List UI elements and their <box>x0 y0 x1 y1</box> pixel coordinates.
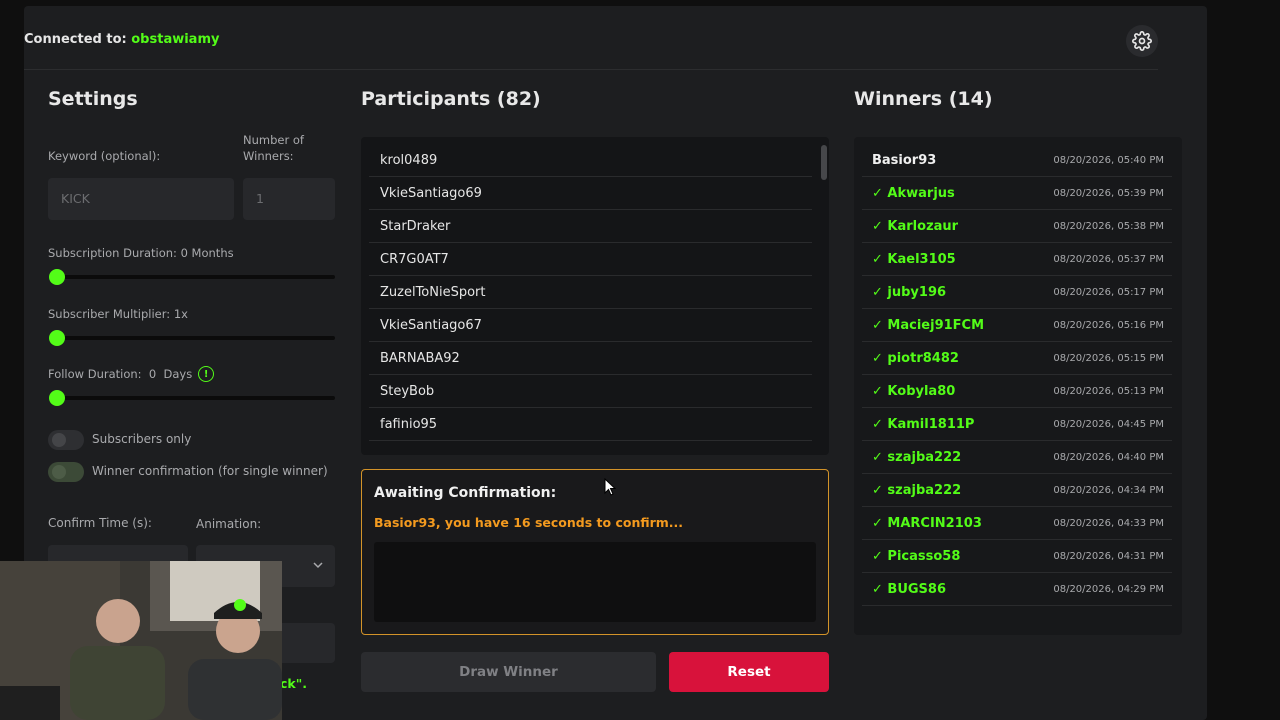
winners-title: Winners (14) <box>854 88 993 110</box>
winners-list: Basior93 08/20/2026, 05:40 PM ✓ Akwarjus 0… <box>854 137 1182 635</box>
winner-time: 08/20/2026, 05:38 PM <box>1053 221 1164 232</box>
confirmation-chat-box <box>374 542 816 622</box>
settings-title: Settings <box>48 88 138 110</box>
winner-row: ✓ piotr8482 08/20/2026, 05:15 PM <box>862 342 1172 375</box>
confirmation-message: Basior93, you have 16 seconds to confirm… <box>374 515 684 530</box>
subscribers-only-label: Subscribers only <box>92 432 192 446</box>
winner-row: ✓ Kamil1811P 08/20/2026, 04:45 PM <box>862 408 1172 441</box>
winners-count-label: Number of Winners: <box>243 133 304 163</box>
follow-duration-slider[interactable] <box>49 390 335 406</box>
winner-name: ✓ BUGS86 <box>872 582 947 597</box>
winner-row: ✓ Akwarjus 08/20/2026, 05:39 PM <box>862 177 1172 210</box>
winner-name: ✓ juby196 <box>872 285 947 300</box>
list-item: krol0489 <box>369 144 812 177</box>
winner-time: 08/20/2026, 05:40 PM <box>1053 155 1164 166</box>
info-icon[interactable]: ! <box>198 366 215 382</box>
webcam-image <box>0 561 282 720</box>
winner-time: 08/20/2026, 04:33 PM <box>1053 518 1164 529</box>
winner-time: 08/20/2026, 05:15 PM <box>1053 353 1164 364</box>
winner-name: ✓ Kobyla80 <box>872 384 956 399</box>
list-item: StarDraker <box>369 210 812 243</box>
connection-status: Connected to: obstawiamy <box>24 32 219 47</box>
list-item: fafinio95 <box>369 408 812 441</box>
winner-row: ✓ BUGS86 08/20/2026, 04:29 PM <box>862 573 1172 606</box>
winner-row: ✓ szajba222 08/20/2026, 04:34 PM <box>862 474 1172 507</box>
winner-time: 08/20/2026, 04:45 PM <box>1053 419 1164 430</box>
animation-label: Animation: <box>196 517 262 531</box>
winner-time: 08/20/2026, 04:40 PM <box>1053 452 1164 463</box>
confirmation-panel: Awaiting Confirmation: Basior93, you hav… <box>361 469 829 635</box>
confirm-time-label: Confirm Time (s): <box>48 516 152 530</box>
winner-name: ✓ MARCIN2103 <box>872 516 982 531</box>
top-bar: Connected to: obstawiamy <box>24 25 1158 70</box>
follow-duration-label: Follow Duration: 0 Days <box>48 367 193 381</box>
winners-count-input[interactable]: 1 <box>243 178 335 220</box>
subscriber-multiplier-slider[interactable] <box>49 330 335 346</box>
winner-confirmation-toggle[interactable] <box>48 462 84 482</box>
gear-icon <box>1132 31 1152 51</box>
winner-row: ✓ juby196 08/20/2026, 05:17 PM <box>862 276 1172 309</box>
winner-name: ✓ Kael3105 <box>872 252 956 267</box>
winner-name: Basior93 <box>872 153 937 168</box>
winner-time: 08/20/2026, 05:39 PM <box>1053 188 1164 199</box>
partial-text: ck". <box>280 676 307 691</box>
connection-prefix: Connected to: <box>24 32 132 47</box>
mouse-cursor-icon <box>604 478 616 496</box>
winner-time: 08/20/2026, 05:13 PM <box>1053 386 1164 397</box>
chevron-down-icon <box>313 562 323 569</box>
subscription-duration-label: Subscription Duration: 0 Months <box>48 246 234 260</box>
follow-duration-row: Follow Duration: 0 Days ! <box>48 366 215 382</box>
channel-name: obstawiamy <box>131 32 220 47</box>
winner-name: ✓ piotr8482 <box>872 351 959 366</box>
list-item: VkieSantiago67 <box>369 309 812 342</box>
slider-knob[interactable] <box>49 390 65 406</box>
keyword-label: Keyword (optional): <box>48 149 161 163</box>
winner-name: ✓ szajba222 <box>872 483 962 498</box>
winner-time: 08/20/2026, 04:29 PM <box>1053 584 1164 595</box>
subscriber-multiplier-label: Subscriber Multiplier: 1x <box>48 307 188 321</box>
subscribers-only-toggle[interactable] <box>48 430 84 450</box>
winner-row: ✓ Kael3105 08/20/2026, 05:37 PM <box>862 243 1172 276</box>
toggle-dot <box>52 433 66 447</box>
winner-name: ✓ Picasso58 <box>872 549 961 564</box>
reset-button[interactable]: Reset <box>669 652 829 692</box>
winner-name: ✓ Akwarjus <box>872 186 955 201</box>
winner-row: ✓ Picasso58 08/20/2026, 04:31 PM <box>862 540 1172 573</box>
winner-time: 08/20/2026, 05:16 PM <box>1053 320 1164 331</box>
list-item: SteyBob <box>369 375 812 408</box>
winner-time: 08/20/2026, 04:34 PM <box>1053 485 1164 496</box>
winner-row: ✓ Kobyla80 08/20/2026, 05:13 PM <box>862 375 1172 408</box>
list-item: BARNABA92 <box>369 342 812 375</box>
confirmation-title: Awaiting Confirmation: <box>374 485 557 501</box>
scrollbar-thumb[interactable] <box>821 145 827 180</box>
winner-name: ✓ Maciej91FCM <box>872 318 985 333</box>
list-item: CR7G0AT7 <box>369 243 812 276</box>
winner-name: ✓ Karlozaur <box>872 219 959 234</box>
participants-list[interactable]: krol0489 VkieSantiago69 StarDraker CR7G0… <box>361 137 829 455</box>
winner-time: 08/20/2026, 04:31 PM <box>1053 551 1164 562</box>
winner-row: ✓ Karlozaur 08/20/2026, 05:38 PM <box>862 210 1172 243</box>
winner-row: ✓ szajba222 08/20/2026, 04:40 PM <box>862 441 1172 474</box>
winner-time: 08/20/2026, 05:17 PM <box>1053 287 1164 298</box>
winner-row: Basior93 08/20/2026, 05:40 PM <box>862 144 1172 177</box>
list-item: VkieSantiago69 <box>369 177 812 210</box>
toggle-dot <box>52 465 66 479</box>
winner-row: ✓ MARCIN2103 08/20/2026, 04:33 PM <box>862 507 1172 540</box>
subscription-duration-slider[interactable] <box>49 269 335 285</box>
webcam-overlay <box>0 561 282 720</box>
winner-row: ✓ Maciej91FCM 08/20/2026, 05:16 PM <box>862 309 1172 342</box>
draw-winner-button[interactable]: Draw Winner <box>361 652 656 692</box>
winner-name: ✓ Kamil1811P <box>872 417 975 432</box>
settings-button[interactable] <box>1126 25 1158 57</box>
keyword-input[interactable]: KICK <box>48 178 234 220</box>
participants-title: Participants (82) <box>361 88 541 110</box>
winner-name: ✓ szajba222 <box>872 450 962 465</box>
winner-time: 08/20/2026, 05:37 PM <box>1053 254 1164 265</box>
winner-confirmation-label: Winner confirmation (for single winner) <box>92 464 328 478</box>
slider-knob[interactable] <box>49 269 65 285</box>
slider-knob[interactable] <box>49 330 65 346</box>
list-item: ZuzelToNieSport <box>369 276 812 309</box>
